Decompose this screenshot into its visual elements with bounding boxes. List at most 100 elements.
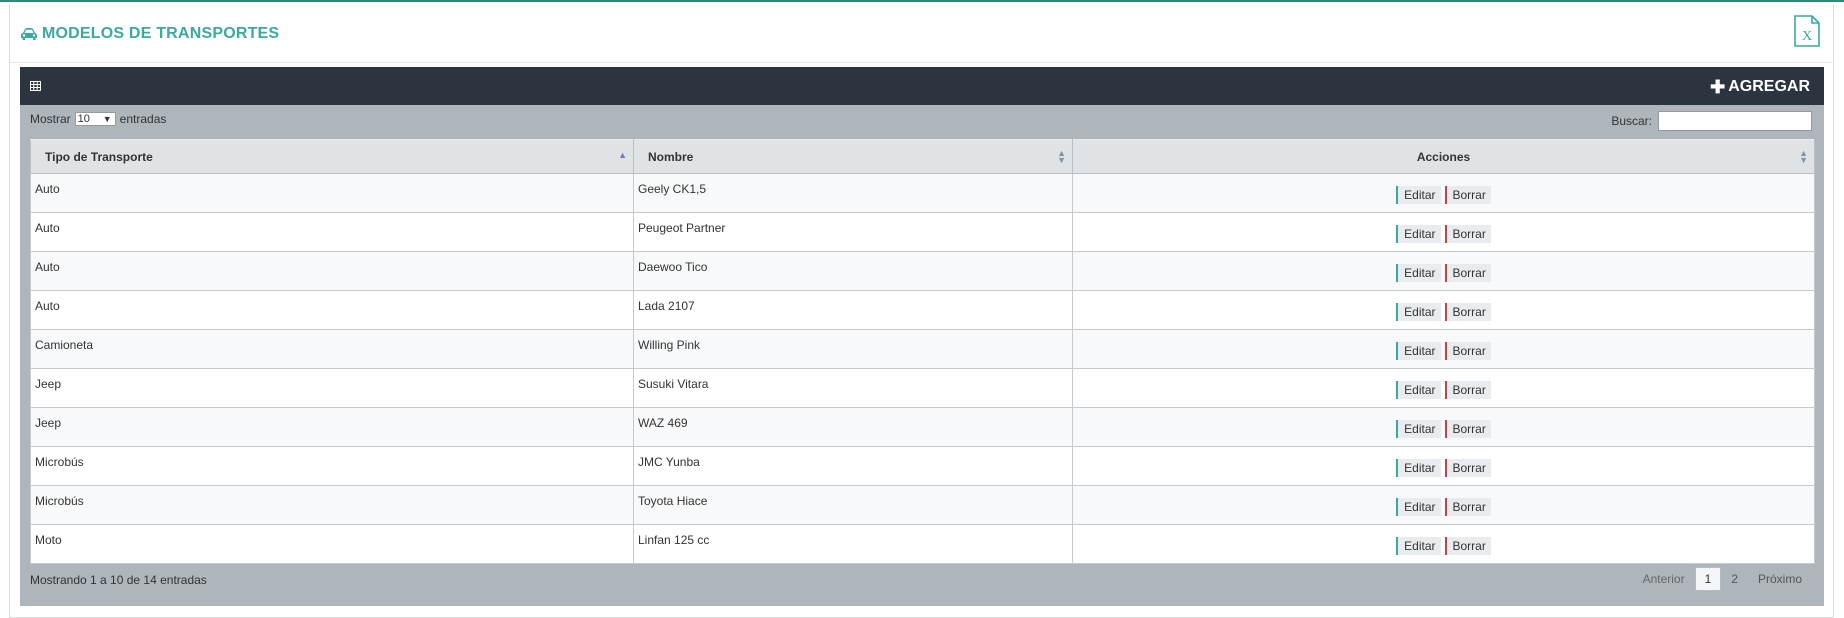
add-button-label: AGREGAR xyxy=(1728,78,1810,95)
edit-button[interactable]: Editar xyxy=(1396,186,1441,204)
page-length-select[interactable]: 10 ▼ xyxy=(74,112,116,126)
edit-button[interactable]: Editar xyxy=(1396,381,1441,399)
pagination-page-1[interactable]: 1 xyxy=(1694,567,1722,591)
sort-both-icon: ▲ ▼ xyxy=(1799,148,1808,165)
table-row: Microbús JMC Yunba Editar Borrar xyxy=(30,446,1815,486)
page-title-wrap: MODELOS DE TRANSPORTES xyxy=(20,24,279,44)
delete-button[interactable]: Borrar xyxy=(1444,420,1491,438)
cell-actions: Editar Borrar xyxy=(1072,212,1815,252)
cell-actions: Editar Borrar xyxy=(1072,368,1815,408)
search-control: Buscar: xyxy=(1611,111,1812,131)
table-row: Moto Linfan 125 cc Editar Borrar xyxy=(30,524,1815,564)
table-row: Auto Daewoo Tico Editar Borrar xyxy=(30,251,1815,291)
edit-button[interactable]: Editar xyxy=(1396,225,1441,243)
cell-nombre: Peugeot Partner xyxy=(633,212,1073,252)
panel-toolbar: ✚ AGREGAR xyxy=(20,67,1824,105)
cell-actions: Editar Borrar xyxy=(1072,485,1815,525)
pagination-prev[interactable]: Anterior xyxy=(1633,567,1695,591)
column-header-label: Nombre xyxy=(648,149,694,164)
delete-button[interactable]: Borrar xyxy=(1444,459,1491,477)
show-label: Mostrar xyxy=(30,112,71,126)
cell-tipo: Microbús xyxy=(30,446,634,486)
edit-button[interactable]: Editar xyxy=(1396,303,1441,321)
cell-tipo: Camioneta xyxy=(30,329,634,369)
pagination: Anterior 1 2 Próximo xyxy=(1633,567,1812,591)
delete-button[interactable]: Borrar xyxy=(1444,225,1491,243)
cell-nombre: Lada 2107 xyxy=(633,290,1073,330)
table-row: Camioneta Willing Pink Editar Borrar xyxy=(30,329,1815,369)
delete-button[interactable]: Borrar xyxy=(1444,537,1491,555)
table-row: Auto Peugeot Partner Editar Borrar xyxy=(30,212,1815,252)
table-row: Auto Geely CK1,5 Editar Borrar xyxy=(30,173,1815,213)
edit-button[interactable]: Editar xyxy=(1396,342,1441,360)
delete-button[interactable]: Borrar xyxy=(1444,498,1491,516)
delete-button[interactable]: Borrar xyxy=(1444,381,1491,399)
search-input[interactable] xyxy=(1658,111,1812,131)
cell-actions: Editar Borrar xyxy=(1072,407,1815,447)
cell-tipo: Jeep xyxy=(30,368,634,408)
edit-button[interactable]: Editar xyxy=(1396,264,1441,282)
column-header-label: Acciones xyxy=(1416,149,1471,164)
cell-nombre: WAZ 469 xyxy=(633,407,1073,447)
page-title: MODELOS DE TRANSPORTES xyxy=(42,25,280,42)
excel-export-icon[interactable]: X xyxy=(1793,15,1821,47)
cell-tipo: Auto xyxy=(30,251,634,291)
page-header: MODELOS DE TRANSPORTES X xyxy=(10,4,1833,63)
cell-nombre: Susuki Vitara xyxy=(633,368,1073,408)
edit-button[interactable]: Editar xyxy=(1396,420,1441,438)
cell-tipo: Jeep xyxy=(30,407,634,447)
entries-label: entradas xyxy=(119,112,167,126)
data-table: Tipo de Transporte ▲ Nombre ▲ ▼ Acciones … xyxy=(30,139,1815,564)
table-row: Auto Lada 2107 Editar Borrar xyxy=(30,290,1815,330)
cell-nombre: Toyota Hiace xyxy=(633,485,1073,525)
column-header-nombre[interactable]: Nombre ▲ ▼ xyxy=(633,139,1073,174)
column-header-label: Tipo de Transporte xyxy=(45,149,153,164)
cell-actions: Editar Borrar xyxy=(1072,446,1815,486)
table-row: Microbús Toyota Hiace Editar Borrar xyxy=(30,485,1815,525)
cell-nombre: Linfan 125 cc xyxy=(633,524,1073,564)
cell-tipo: Auto xyxy=(30,290,634,330)
pagination-page-2[interactable]: 2 xyxy=(1721,567,1748,591)
table-row: Jeep WAZ 469 Editar Borrar xyxy=(30,407,1815,447)
edit-button[interactable]: Editar xyxy=(1396,498,1441,516)
cell-nombre: JMC Yunba xyxy=(633,446,1073,486)
cell-actions: Editar Borrar xyxy=(1072,173,1815,213)
cell-actions: Editar Borrar xyxy=(1072,290,1815,330)
cell-tipo: Auto xyxy=(30,212,634,252)
excel-icon-letter: X xyxy=(1802,29,1812,44)
cell-actions: Editar Borrar xyxy=(1072,524,1815,564)
content-frame: MODELOS DE TRANSPORTES X ✚ AGREGAR Mostr… xyxy=(9,4,1834,618)
delete-button[interactable]: Borrar xyxy=(1444,186,1491,204)
page-length-control: Mostrar 10 ▼ entradas xyxy=(30,112,166,126)
add-button[interactable]: ✚ AGREGAR xyxy=(1710,77,1810,97)
table-panel: ✚ AGREGAR Mostrar 10 ▼ entradas Buscar: xyxy=(20,67,1824,606)
cell-nombre: Willing Pink xyxy=(633,329,1073,369)
cell-nombre: Daewoo Tico xyxy=(633,251,1073,291)
table-info: Mostrando 1 a 10 de 14 entradas xyxy=(30,573,207,587)
sort-asc-icon: ▲ xyxy=(618,150,627,160)
table-row: Jeep Susuki Vitara Editar Borrar xyxy=(30,368,1815,408)
pagination-next[interactable]: Próximo xyxy=(1748,567,1812,591)
table-icon xyxy=(30,81,41,91)
sort-both-icon: ▲ ▼ xyxy=(1057,148,1066,165)
search-label: Buscar: xyxy=(1611,114,1652,128)
delete-button[interactable]: Borrar xyxy=(1444,264,1491,282)
cell-actions: Editar Borrar xyxy=(1072,329,1815,369)
dropdown-arrow-icon: ▼ xyxy=(102,114,112,124)
cell-tipo: Microbús xyxy=(30,485,634,525)
cell-actions: Editar Borrar xyxy=(1072,251,1815,291)
cell-tipo: Moto xyxy=(30,524,634,564)
plus-icon: ✚ xyxy=(1710,77,1726,97)
delete-button[interactable]: Borrar xyxy=(1444,303,1491,321)
column-header-acciones[interactable]: Acciones ▲ ▼ xyxy=(1072,139,1815,174)
table-header-row: Tipo de Transporte ▲ Nombre ▲ ▼ Acciones … xyxy=(30,139,1815,174)
cell-nombre: Geely CK1,5 xyxy=(633,173,1073,213)
delete-button[interactable]: Borrar xyxy=(1444,342,1491,360)
car-icon xyxy=(21,28,37,40)
column-header-tipo[interactable]: Tipo de Transporte ▲ xyxy=(30,139,634,174)
cell-tipo: Auto xyxy=(30,173,634,213)
page: MODELOS DE TRANSPORTES X ✚ AGREGAR Mostr… xyxy=(0,0,1844,618)
edit-button[interactable]: Editar xyxy=(1396,537,1441,555)
edit-button[interactable]: Editar xyxy=(1396,459,1441,477)
page-length-value: 10 xyxy=(77,113,90,125)
